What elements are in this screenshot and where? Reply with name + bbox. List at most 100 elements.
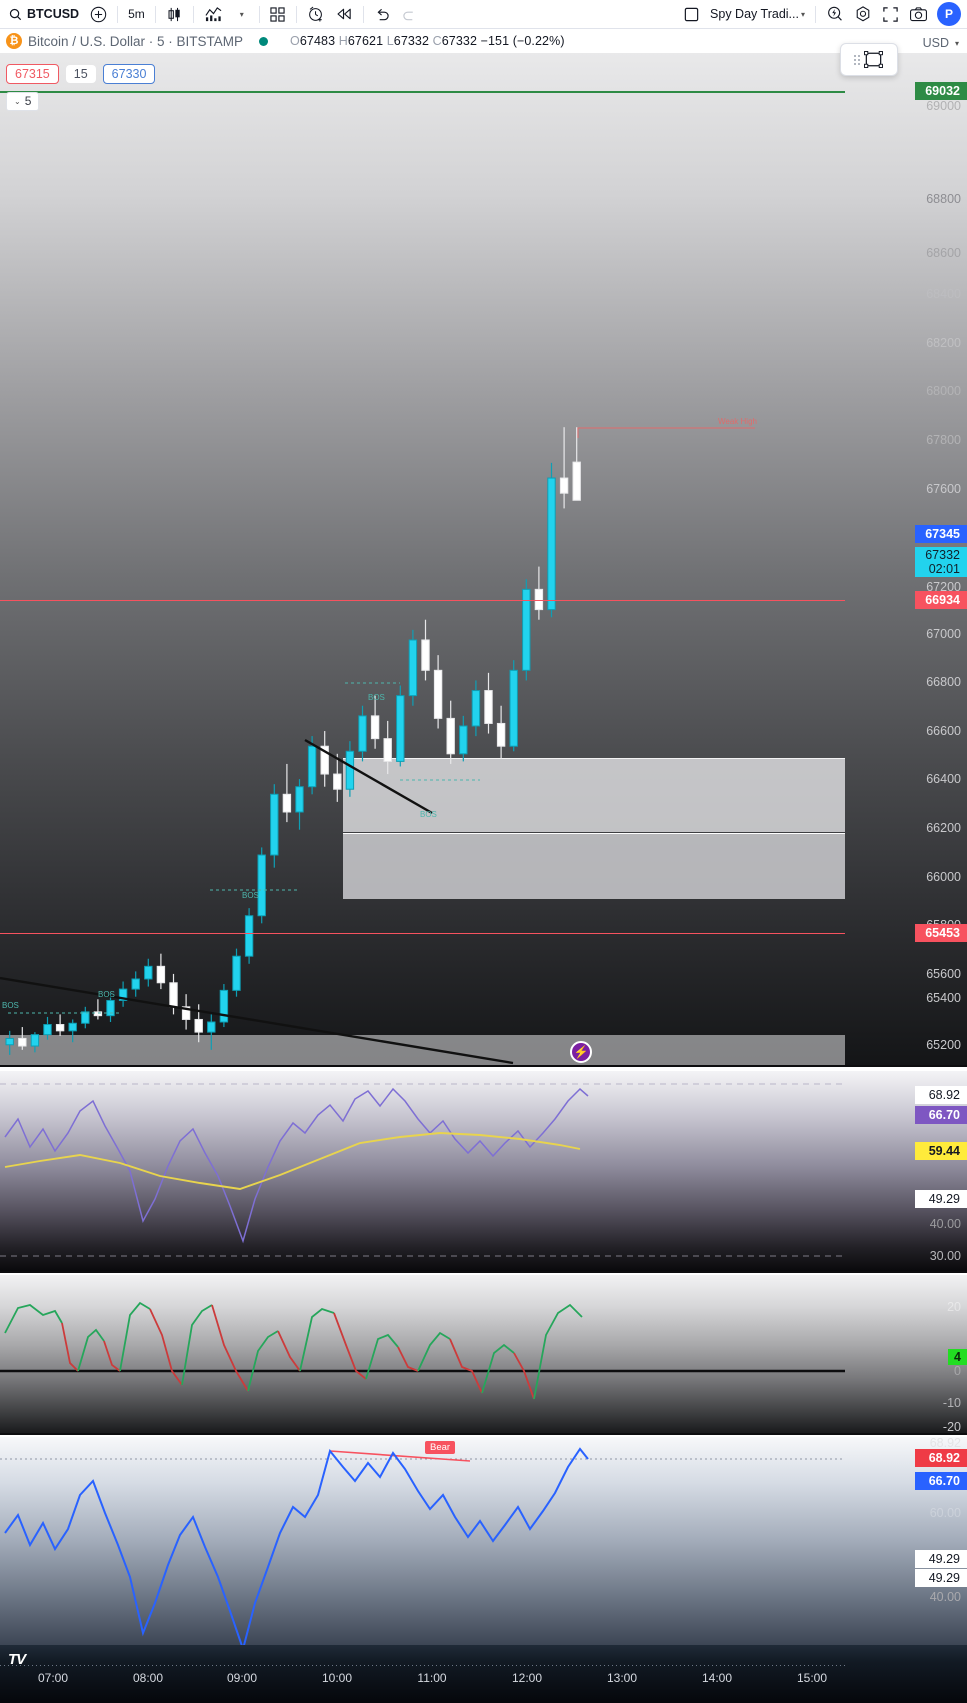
rsi-tick-30: 30.00 [929,1249,961,1263]
chart-style-button[interactable] [161,2,188,26]
indicator-value-red[interactable]: 67315 [6,64,59,84]
time-tick-8: 15:00 [796,1671,828,1685]
momentum-tick-0: 0 [954,1364,961,1378]
rsi-price-scale[interactable]: 68.92 66.70 59.44 49.29 40.00 30.00 [845,1071,967,1271]
price-tick-68800: 68800 [926,192,961,206]
axis-dotted-line [0,1665,845,1666]
plus-circle-icon [90,6,107,23]
bar-countdown: 02:01 [928,562,960,576]
price-pane[interactable]: Weak High BOS BOS BOS BOS BOS ⚡ [0,53,845,1065]
osc-tag-mid-1: 49.29 [915,1550,967,1568]
change-value: −151 (−0.22%) [480,34,565,48]
pane-divider-2[interactable] [0,1271,967,1273]
close-value: 67332 [441,34,478,48]
open-label: O [290,34,300,48]
chevron-down-icon[interactable]: ⌄ [14,97,21,106]
lightning-search-icon [826,5,844,23]
fullscreen-icon [882,6,899,23]
snapshot-button[interactable] [904,2,933,26]
osc-tick-60: 60.00 [929,1506,961,1520]
time-tick-1: 08:00 [132,1671,164,1685]
candlestick-icon [166,6,183,23]
redo-arrow-icon [401,7,418,22]
last-price-value: 67332 [925,548,960,562]
price-tick-68600: 68600 [926,246,961,260]
hex-settings-icon [854,5,872,23]
ohlc-values: O67483 H67621 L67332 C67332 −151 (−0.22%… [290,34,565,48]
drag-grip-icon[interactable] [854,54,860,65]
legend-title[interactable]: Bitcoin / U.S. Dollar · 5 · BITSTAMP [28,34,243,49]
price-tick-67800: 67800 [926,433,961,447]
interval-button[interactable]: 5m [123,2,150,26]
pane-divider-3[interactable] [0,1433,967,1435]
divider [362,5,364,23]
indicators-button[interactable] [199,2,228,26]
layout-name-label: Spy Day Tradi... [710,7,799,21]
search-icon [9,8,22,21]
momentum-tag-value: 4 [948,1349,967,1365]
pane-divider-1[interactable] [0,1065,967,1067]
layouts-button[interactable] [265,2,291,26]
indicators-icon [204,6,223,23]
divider [258,5,260,23]
price-tick-68000: 68000 [926,384,961,398]
interval-label: 5m [128,7,145,21]
rsi-tag-top: 68.92 [915,1086,967,1104]
chart-container[interactable]: Weak High BOS BOS BOS BOS BOS ⚡ 69032 69… [0,53,967,1703]
add-symbol-button[interactable] [85,2,112,26]
currency-label: USD [922,36,949,50]
user-avatar[interactable]: P [937,2,961,26]
symbol-search-button[interactable]: BTCUSD [6,2,85,26]
indicators-dropdown-button[interactable]: ▾ [228,2,254,26]
symbol-legend-bar: ₿ Bitcoin / U.S. Dollar · 5 · BITSTAMP O… [0,29,967,53]
alarm-clock-plus-icon [307,5,325,23]
undo-button[interactable] [369,2,396,26]
fullscreen-button[interactable] [877,2,904,26]
replay-rewind-icon [335,6,353,22]
grid-layouts-icon [270,6,285,22]
tradingview-logo[interactable]: TV [8,1651,26,1668]
time-axis[interactable]: 07:00 08:00 09:00 10:00 11:00 12:00 13:0… [0,1645,967,1703]
rsi-pane[interactable] [0,1071,845,1271]
redo-button[interactable] [396,2,423,26]
price-tick-68200: 68200 [926,336,961,350]
momentum-series [0,1301,845,1400]
momentum-pane[interactable] [0,1275,845,1433]
time-tick-5: 12:00 [511,1671,543,1685]
currency-selector[interactable]: USD ▾ [923,36,959,50]
momentum-price-scale[interactable]: 20 4 0 -10 -20 [845,1275,967,1433]
rsi-tag-value: 66.70 [915,1106,967,1124]
momentum-tick-20: 20 [947,1300,961,1314]
rsi-series [0,1083,845,1257]
price-tick-65400: 65400 [926,991,961,1005]
price-tick-66200: 66200 [926,821,961,835]
alert-button[interactable] [302,2,330,26]
top-toolbar: BTCUSD 5m ▾ Spy Day Tradi... ▾ P [0,0,967,29]
save-layout-button[interactable] [678,2,705,26]
price-tick-65200: 65200 [926,1038,961,1052]
rectangle-shape-icon[interactable] [863,49,884,70]
indicator-collapse-row[interactable]: ⌄ 5 [6,92,40,111]
divider [117,5,119,23]
price-tick-66000: 66000 [926,870,961,884]
chart-settings-button[interactable] [849,2,877,26]
camera-icon [909,6,928,23]
layout-name-button[interactable]: Spy Day Tradi... ▾ [705,2,810,26]
alert-marker-icon[interactable]: ⚡ [570,1041,592,1063]
replay-button[interactable] [330,2,358,26]
quick-search-button[interactable] [821,2,849,26]
floating-drawing-toolbar[interactable] [840,43,898,76]
annotation-bos-4: BOS [420,810,437,819]
price-tag-bid: 67345 [915,525,967,543]
rsi-tag-ma: 59.44 [915,1142,967,1160]
annotation-weak-high: Weak High [718,417,757,426]
low-value: 67332 [393,34,430,48]
price-tick-67600: 67600 [926,482,961,496]
price-tick-67000: 67000 [926,627,961,641]
rsi-tick-40: 40.00 [929,1217,961,1231]
indicator-value-blue[interactable]: 67330 [102,64,156,84]
undo-arrow-icon [374,7,391,22]
price-scale[interactable]: 69032 69000 68800 68600 68400 68200 6800… [845,53,967,1065]
osc-tick-40: 40.00 [929,1590,961,1604]
divider [295,5,297,23]
